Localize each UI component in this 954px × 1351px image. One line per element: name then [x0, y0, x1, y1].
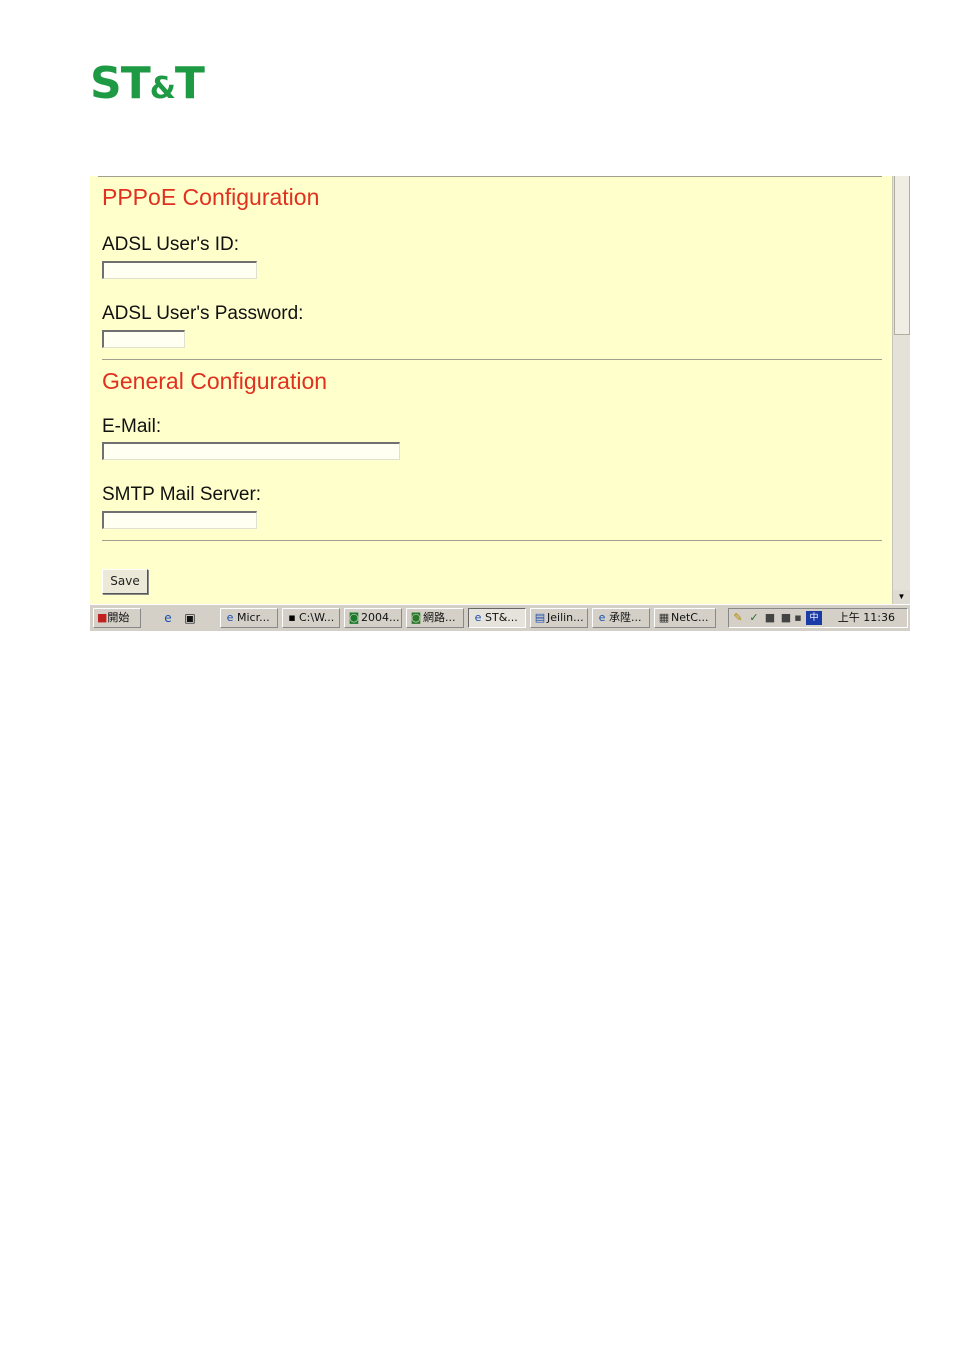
taskbar-button-network[interactable]: ◙ 網路... [406, 608, 464, 628]
email-label: E-Mail: [102, 416, 162, 437]
adsl-password-label: ADSL User's Password: [102, 303, 304, 324]
ie-icon: e [474, 611, 482, 624]
adsl-user-id-input[interactable] [102, 261, 257, 279]
windows-taskbar: ■開始 e ▣ e Micr... ▪ C:\W... ◙ 2004... ◙ 網路..… [90, 604, 910, 631]
taskbar-button-micr[interactable]: e Micr... [220, 608, 278, 628]
tray-network-icon[interactable]: ✓ [747, 611, 761, 625]
taskbar-button-netc[interactable]: ▦ NetC... [654, 608, 716, 628]
scroll-down-arrow-icon[interactable]: ▼ [893, 590, 910, 604]
system-tray: ✎ ✓ ■ ■ ▪ 中 上午 11:36 [728, 608, 908, 628]
start-button[interactable]: ■開始 [93, 608, 141, 628]
smtp-server-label: SMTP Mail Server: [102, 484, 262, 505]
tray-display-icon[interactable]: ▪ [791, 611, 805, 625]
taskbar-button-2004[interactable]: ◙ 2004... [344, 608, 402, 628]
console-icon: ▪ [288, 611, 296, 624]
browser-screenshot: PPPoE Configuration ADSL User's ID: ADSL… [90, 176, 910, 631]
ie-quicklaunch-icon[interactable]: e [160, 610, 176, 626]
taskbar-button-jeilin[interactable]: ▤ Jeilin... [530, 608, 588, 628]
st-and-t-logo: ST&T [90, 58, 205, 109]
tray-ime-icon[interactable]: 中 [806, 611, 822, 625]
vertical-scrollbar[interactable]: ▼ [892, 176, 910, 604]
desktop-quicklaunch-icon[interactable]: ▣ [182, 610, 198, 626]
save-button[interactable]: Save [102, 569, 148, 594]
scrollbar-thumb[interactable] [894, 176, 910, 335]
windows-logo-icon: ■ [97, 611, 108, 624]
adsl-password-input[interactable] [102, 330, 185, 348]
window-icon: ▤ [534, 611, 546, 624]
taskbar-button-cmd[interactable]: ▪ C:\W... [282, 608, 340, 628]
smtp-server-input[interactable] [102, 511, 257, 529]
top-divider [98, 176, 882, 177]
tray-pen-icon[interactable]: ✎ [731, 611, 745, 625]
email-input[interactable] [102, 442, 400, 460]
ie-icon: e [598, 611, 606, 624]
taskbar-button-stt[interactable]: e ST&... [468, 608, 526, 628]
general-section-title: General Configuration [102, 368, 328, 394]
network-icon: ◙ [410, 611, 422, 624]
ie-icon: e [226, 611, 234, 624]
adsl-user-id-label: ADSL User's ID: [102, 234, 240, 255]
taskbar-button-chengsheng[interactable]: e 承陞... [592, 608, 650, 628]
tray-computer-icon[interactable]: ■ [763, 611, 777, 625]
document-icon: ◙ [348, 611, 360, 624]
pppoe-section-title: PPPoE Configuration [102, 184, 320, 210]
form-bottom-divider [102, 540, 882, 541]
section-divider [102, 359, 882, 360]
app-icon: ▦ [658, 611, 670, 624]
taskbar-clock[interactable]: 上午 11:36 [838, 609, 895, 627]
